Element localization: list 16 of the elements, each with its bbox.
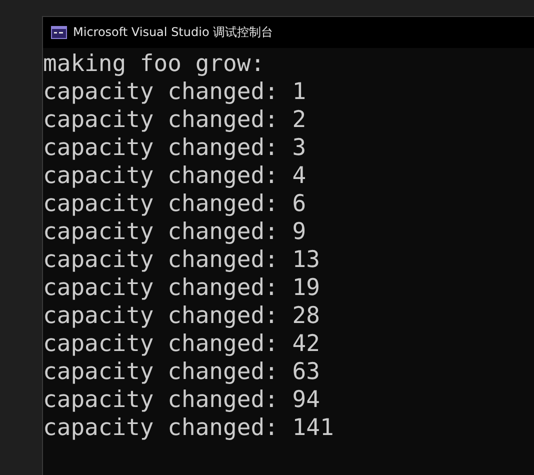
console-line: capacity changed: 13: [43, 246, 320, 274]
console-line: capacity changed: 9: [43, 218, 306, 246]
console-line: capacity changed: 28: [43, 302, 320, 330]
console-line: capacity changed: 1: [43, 78, 306, 106]
console-line: capacity changed: 63: [43, 358, 320, 386]
console-line: capacity changed: 42: [43, 330, 320, 358]
console-line: making foo grow:: [43, 50, 265, 78]
console-line: capacity changed: 3: [43, 134, 306, 162]
console-line: capacity changed: 4: [43, 162, 306, 190]
console-line: capacity changed: 141: [43, 414, 334, 442]
console-line: capacity changed: 2: [43, 106, 306, 134]
console-line: capacity changed: 6: [43, 190, 306, 218]
console-line: capacity changed: 19: [43, 274, 320, 302]
window-title: Microsoft Visual Studio 调试控制台: [73, 24, 274, 41]
console-icon: [51, 26, 67, 39]
console-line: capacity changed: 94: [43, 386, 320, 414]
